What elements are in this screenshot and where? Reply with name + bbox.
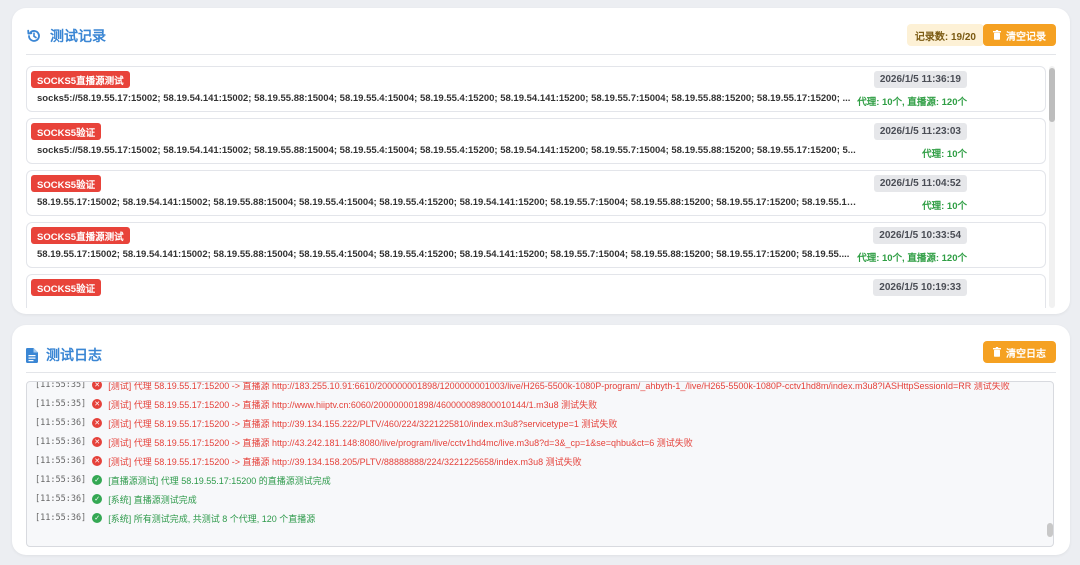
log-timestamp: [11:55:36] [35, 494, 87, 504]
success-icon: ✓ [92, 475, 103, 485]
history-icon [26, 28, 42, 44]
record-addresses: socks5://58.19.55.17:15002; 58.19.54.141… [37, 145, 856, 156]
error-icon: ✕ [92, 382, 103, 390]
log-message: [测试] 代理 58.19.55.17:15200 -> 直播源 http://… [108, 437, 693, 448]
clear-records-label: 清空记录 [1006, 31, 1046, 43]
record-timestamp: 2026/1/5 11:23:03 [873, 123, 967, 140]
log-line: [11:55:36] ✓ [直播源测试] 代理 58.19.55.17:1520… [35, 472, 331, 488]
error-icon: ✕ [92, 437, 103, 447]
record-timestamp: 2026/1/5 10:19:33 [873, 279, 967, 296]
record-type-tag: SOCKS5验证 [31, 175, 102, 192]
log-message: [测试] 代理 58.19.55.17:15200 -> 直播源 http://… [108, 399, 598, 410]
log-panel-title: 测试日志 [46, 347, 102, 363]
record-type-tag: SOCKS5验证 [31, 123, 102, 140]
record-timestamp: 2026/1/5 11:04:52 [873, 175, 967, 192]
log-timestamp: [11:55:35] [35, 381, 87, 390]
records-divider [26, 54, 1056, 55]
log-message: [直播源测试] 代理 58.19.55.17:15200 的直播源测试完成 [108, 475, 331, 486]
records-list[interactable]: SOCKS5直播源测试 2026/1/5 11:36:19 socks5://5… [26, 66, 1048, 308]
record-timestamp: 2026/1/5 11:36:19 [873, 71, 967, 88]
record-addresses: 58.19.55.17:15002; 58.19.54.141:15002; 5… [37, 197, 857, 208]
trash-icon [993, 347, 1001, 357]
error-icon: ✕ [92, 418, 103, 428]
record-item[interactable]: SOCKS5验证 2026/1/5 11:23:03 socks5://58.1… [26, 118, 1046, 164]
log-message: [测试] 代理 58.19.55.17:15200 -> 直播源 http://… [108, 418, 618, 429]
clear-log-label: 清空日志 [1006, 348, 1046, 360]
record-summary: 代理: 10个 [922, 149, 967, 160]
log-timestamp: [11:55:36] [35, 513, 87, 523]
record-summary: 代理: 10个 [922, 201, 967, 212]
record-type-tag: SOCKS5直播源测试 [31, 227, 130, 244]
record-count-badge: 记录数: 19/20 [906, 24, 984, 46]
log-line: [11:55:36] ✕ [测试] 代理 58.19.55.17:15200 -… [35, 453, 582, 469]
records-panel: 测试记录 记录数: 19/20 清空记录 SOCKS5直播源测试 2026/1/… [12, 8, 1070, 314]
trash-icon [993, 30, 1001, 40]
log-line: [11:55:36] ✓ [系统] 所有测试完成, 共测试 8 个代理, 120… [35, 510, 315, 526]
record-type-tag: SOCKS5直播源测试 [31, 71, 130, 88]
record-summary: 代理: 10个, 直播源: 120个 [857, 253, 967, 264]
log-scrollbar-thumb[interactable] [1047, 523, 1053, 537]
error-icon: ✕ [92, 456, 103, 466]
log-timestamp: [11:55:36] [35, 456, 87, 466]
record-item[interactable]: SOCKS5验证 2026/1/5 11:04:52 58.19.55.17:1… [26, 170, 1046, 216]
records-scrollbar[interactable] [1049, 66, 1055, 308]
success-icon: ✓ [92, 494, 103, 504]
log-message: [系统] 所有测试完成, 共测试 8 个代理, 120 个直播源 [108, 513, 316, 524]
record-addresses: socks5://58.19.55.17:15002; 58.19.54.141… [37, 93, 851, 104]
record-summary: 代理: 10个, 直播源: 120个 [857, 97, 967, 108]
log-panel: 测试日志 清空日志 [11:55:35] ✕ [测试] 代理 58.19.55.… [12, 325, 1070, 555]
clear-log-button[interactable]: 清空日志 [983, 341, 1056, 363]
clear-records-button[interactable]: 清空记录 [983, 24, 1056, 46]
record-type-tag: SOCKS5验证 [31, 279, 102, 296]
log-divider [26, 372, 1056, 373]
success-icon: ✓ [92, 513, 103, 523]
log-line: [11:55:36] ✕ [测试] 代理 58.19.55.17:15200 -… [35, 415, 617, 431]
log-output[interactable]: [11:55:35] ✕ [测试] 代理 58.19.55.17:15200 -… [26, 381, 1054, 547]
log-timestamp: [11:55:36] [35, 418, 87, 428]
record-item[interactable]: SOCKS5验证 2026/1/5 10:19:33 [26, 274, 1046, 308]
error-icon: ✕ [92, 399, 103, 409]
log-message: [系统] 直播源测试完成 [108, 494, 197, 505]
records-scrollbar-thumb[interactable] [1049, 68, 1055, 122]
log-timestamp: [11:55:36] [35, 475, 87, 485]
log-line: [11:55:35] ✕ [测试] 代理 58.19.55.17:15200 -… [35, 396, 597, 412]
document-icon [26, 347, 38, 363]
record-item[interactable]: SOCKS5直播源测试 2026/1/5 11:36:19 socks5://5… [26, 66, 1046, 112]
log-message: [测试] 代理 58.19.55.17:15200 -> 直播源 http://… [108, 456, 582, 467]
records-panel-title: 测试记录 [50, 28, 106, 44]
log-line: [11:55:36] ✓ [系统] 直播源测试完成 [35, 491, 197, 507]
log-line: [11:55:36] ✕ [测试] 代理 58.19.55.17:15200 -… [35, 434, 693, 450]
log-panel-header: 测试日志 [26, 345, 102, 365]
record-item[interactable]: SOCKS5直播源测试 2026/1/5 10:33:54 58.19.55.1… [26, 222, 1046, 268]
log-timestamp: [11:55:36] [35, 437, 87, 447]
record-addresses: 58.19.55.17:15002; 58.19.54.141:15002; 5… [37, 249, 850, 260]
record-timestamp: 2026/1/5 10:33:54 [873, 227, 967, 244]
log-timestamp: [11:55:35] [35, 399, 87, 409]
log-line: [11:55:35] ✕ [测试] 代理 58.19.55.17:15200 -… [35, 381, 1010, 393]
records-panel-header: 测试记录 [26, 26, 106, 46]
log-message: [测试] 代理 58.19.55.17:15200 -> 直播源 http://… [108, 381, 1010, 391]
log-scrollbar[interactable] [1047, 523, 1053, 537]
